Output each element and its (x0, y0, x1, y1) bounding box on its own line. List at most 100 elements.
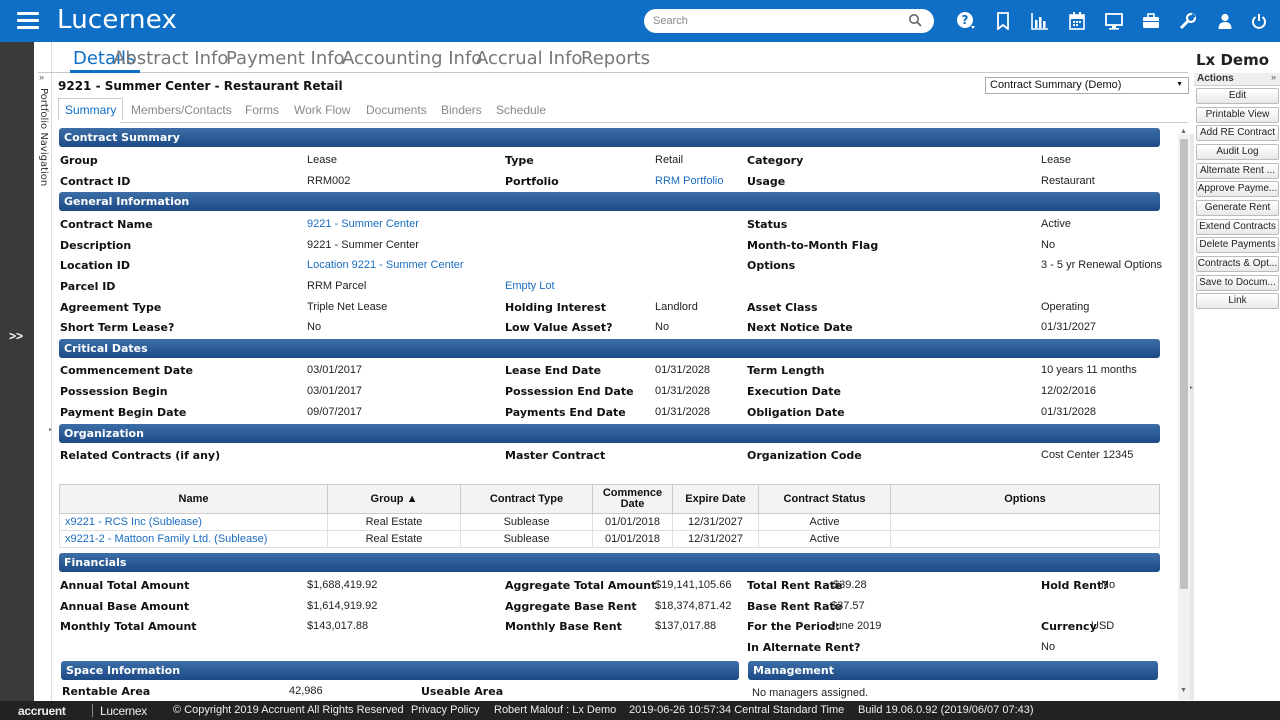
tab-abstract-info[interactable]: Abstract Info (113, 48, 228, 69)
footer-build: Build 19.06.0.92 (2019/06/07 07:43) (858, 704, 1034, 716)
commencement-value: 03/01/2017 (307, 364, 363, 376)
next-notice-value: 01/31/2027 (1041, 321, 1097, 333)
search-box[interactable] (644, 9, 934, 33)
subtab-summary[interactable]: Summary (58, 98, 124, 120)
sub-tabs: Summary Members/Contacts Forms Work Flow… (58, 98, 1188, 124)
portfolio-label: Portfolio (505, 175, 559, 188)
generate-rent-button[interactable]: Generate Rent (1196, 200, 1279, 216)
total-rent-rate-value: $39.28 (833, 579, 867, 591)
tab-accounting-info[interactable]: Accounting Info (342, 48, 482, 69)
section-space-information: Space Information (61, 661, 739, 680)
location-id-link[interactable]: Location 9221 - Summer Center (307, 259, 464, 271)
hamburger-menu-icon[interactable] (17, 12, 39, 30)
portfolio-navigation-label[interactable]: Portfolio Navigation (38, 88, 49, 186)
aggregate-base-label: Aggregate Base Rent (505, 600, 637, 613)
aggregate-total-label: Aggregate Total Amount (505, 579, 657, 592)
type-label: Type (505, 154, 534, 167)
subtab-members-contacts[interactable]: Members/Contacts (131, 103, 232, 117)
chart-icon[interactable] (1029, 10, 1051, 32)
help-icon[interactable]: ? (955, 10, 977, 32)
portfolio-link[interactable]: RRM Portfolio (655, 175, 723, 187)
bookmark-icon[interactable] (992, 10, 1014, 32)
privacy-policy-link[interactable]: Privacy Policy (411, 704, 479, 716)
portfolio-navigation-panel[interactable]: » Portfolio Navigation ▸ (34, 42, 52, 701)
scrollbar-thumb[interactable] (1180, 139, 1188, 589)
extend-contracts-button[interactable]: Extend Contracts (1196, 219, 1279, 235)
subtab-schedule[interactable]: Schedule (496, 103, 546, 117)
table-header-row: Name Group ▲ Contract Type Commence Date… (59, 484, 1160, 514)
row-group: Real Estate (327, 530, 461, 548)
row-options (890, 530, 1160, 548)
location-id-label: Location ID (60, 259, 130, 272)
category-label: Category (747, 154, 804, 167)
subtab-binders[interactable]: Binders (441, 103, 482, 117)
col-group[interactable]: Group ▲ (327, 484, 461, 514)
col-contract-type[interactable]: Contract Type (460, 484, 593, 514)
monthly-base-label: Monthly Base Rent (505, 620, 622, 633)
right-panel-resize-handle[interactable]: ▸ (1190, 134, 1194, 700)
power-icon[interactable] (1248, 10, 1270, 32)
search-icon[interactable] (908, 13, 922, 27)
tab-payment-info[interactable]: Payment Info (226, 48, 345, 69)
group-value: Lease (307, 154, 337, 166)
add-re-contract-button[interactable]: Add RE Contract (1196, 125, 1279, 141)
month-to-month-value: No (1041, 239, 1056, 251)
row-name-link[interactable]: x9221-2 - Mattoon Family Ltd. (Sublease) (59, 530, 328, 548)
subtab-work-flow[interactable]: Work Flow (294, 103, 350, 117)
calendar-icon[interactable] (1066, 10, 1088, 32)
resize-handle-icon[interactable]: ▸ (49, 426, 52, 433)
main-scrollbar[interactable]: ▲ ▼ (1178, 128, 1190, 700)
next-notice-label: Next Notice Date (747, 321, 853, 334)
delete-payments-button[interactable]: Delete Payments (1196, 237, 1279, 253)
approve-payments-button[interactable]: Approve Payme... (1196, 181, 1279, 197)
subtab-documents[interactable]: Documents (366, 103, 427, 117)
expand-sidebar-button[interactable]: >> (9, 329, 23, 343)
briefcase-icon[interactable] (1140, 10, 1162, 32)
search-input[interactable] (653, 13, 903, 29)
alternate-rent-button[interactable]: Alternate Rent ... (1196, 163, 1279, 179)
collapse-actions-icon[interactable]: » (1271, 72, 1276, 82)
report-select[interactable]: Contract Summary (Demo) ▼ (985, 77, 1189, 94)
table-row: x9221-2 - Mattoon Family Ltd. (Sublease)… (59, 530, 1160, 548)
monitor-icon[interactable] (1103, 10, 1125, 32)
audit-log-button[interactable]: Audit Log (1196, 144, 1279, 160)
resize-handle-icon[interactable]: ▸ (1190, 384, 1193, 391)
period-label: For the Period: (747, 620, 840, 633)
tabs-divider (38, 72, 1188, 73)
row-name-link[interactable]: x9221 - RCS Inc (Sublease) (59, 513, 328, 531)
actions-label: Actions (1197, 73, 1234, 84)
asset-class-label: Asset Class (747, 301, 818, 314)
col-options[interactable]: Options (890, 484, 1160, 514)
parcel-link[interactable]: Empty Lot (505, 280, 555, 292)
main-tabs: Details Abstract Info Payment Info Accou… (38, 42, 1188, 74)
low-value-asset-label: Low Value Asset? (505, 321, 613, 334)
col-name[interactable]: Name (59, 484, 328, 514)
edit-button[interactable]: Edit (1196, 88, 1279, 104)
printable-view-button[interactable]: Printable View (1196, 107, 1279, 123)
section-organization: Organization (59, 424, 1160, 443)
scroll-up-icon[interactable]: ▲ (1180, 128, 1187, 135)
col-expire-date[interactable]: Expire Date (672, 484, 759, 514)
table-row: x9221 - RCS Inc (Sublease) Real Estate S… (59, 513, 1160, 531)
subtab-forms[interactable]: Forms (245, 103, 279, 117)
possession-begin-value: 03/01/2017 (307, 385, 363, 397)
contracts-options-button[interactable]: Contracts & Opt... (1196, 256, 1279, 272)
user-icon[interactable] (1214, 10, 1236, 32)
total-rent-rate-label: Total Rent Rate (747, 579, 843, 592)
scroll-down-icon[interactable]: ▼ (1180, 687, 1187, 694)
col-contract-status[interactable]: Contract Status (758, 484, 891, 514)
tab-accrual-info[interactable]: Accrual Info (476, 48, 582, 69)
save-to-documents-button[interactable]: Save to Docum... (1196, 275, 1279, 291)
aggregate-total-value: $19,141,105.66 (655, 579, 732, 591)
app-logo[interactable]: Lucernex (57, 5, 177, 35)
subtabs-divider (120, 122, 1188, 123)
contract-name-link[interactable]: 9221 - Summer Center (307, 218, 419, 230)
monthly-total-label: Monthly Total Amount (60, 620, 197, 633)
dropdown-arrow-icon: ▼ (1176, 81, 1183, 88)
link-button[interactable]: Link (1196, 293, 1279, 309)
footer-brand-accruent: accruent (18, 704, 66, 718)
options-value: 3 - 5 yr Renewal Options (1041, 259, 1163, 271)
col-commence-date[interactable]: Commence Date (592, 484, 673, 514)
tools-icon[interactable] (1177, 10, 1199, 32)
tab-reports[interactable]: Reports (581, 48, 650, 69)
